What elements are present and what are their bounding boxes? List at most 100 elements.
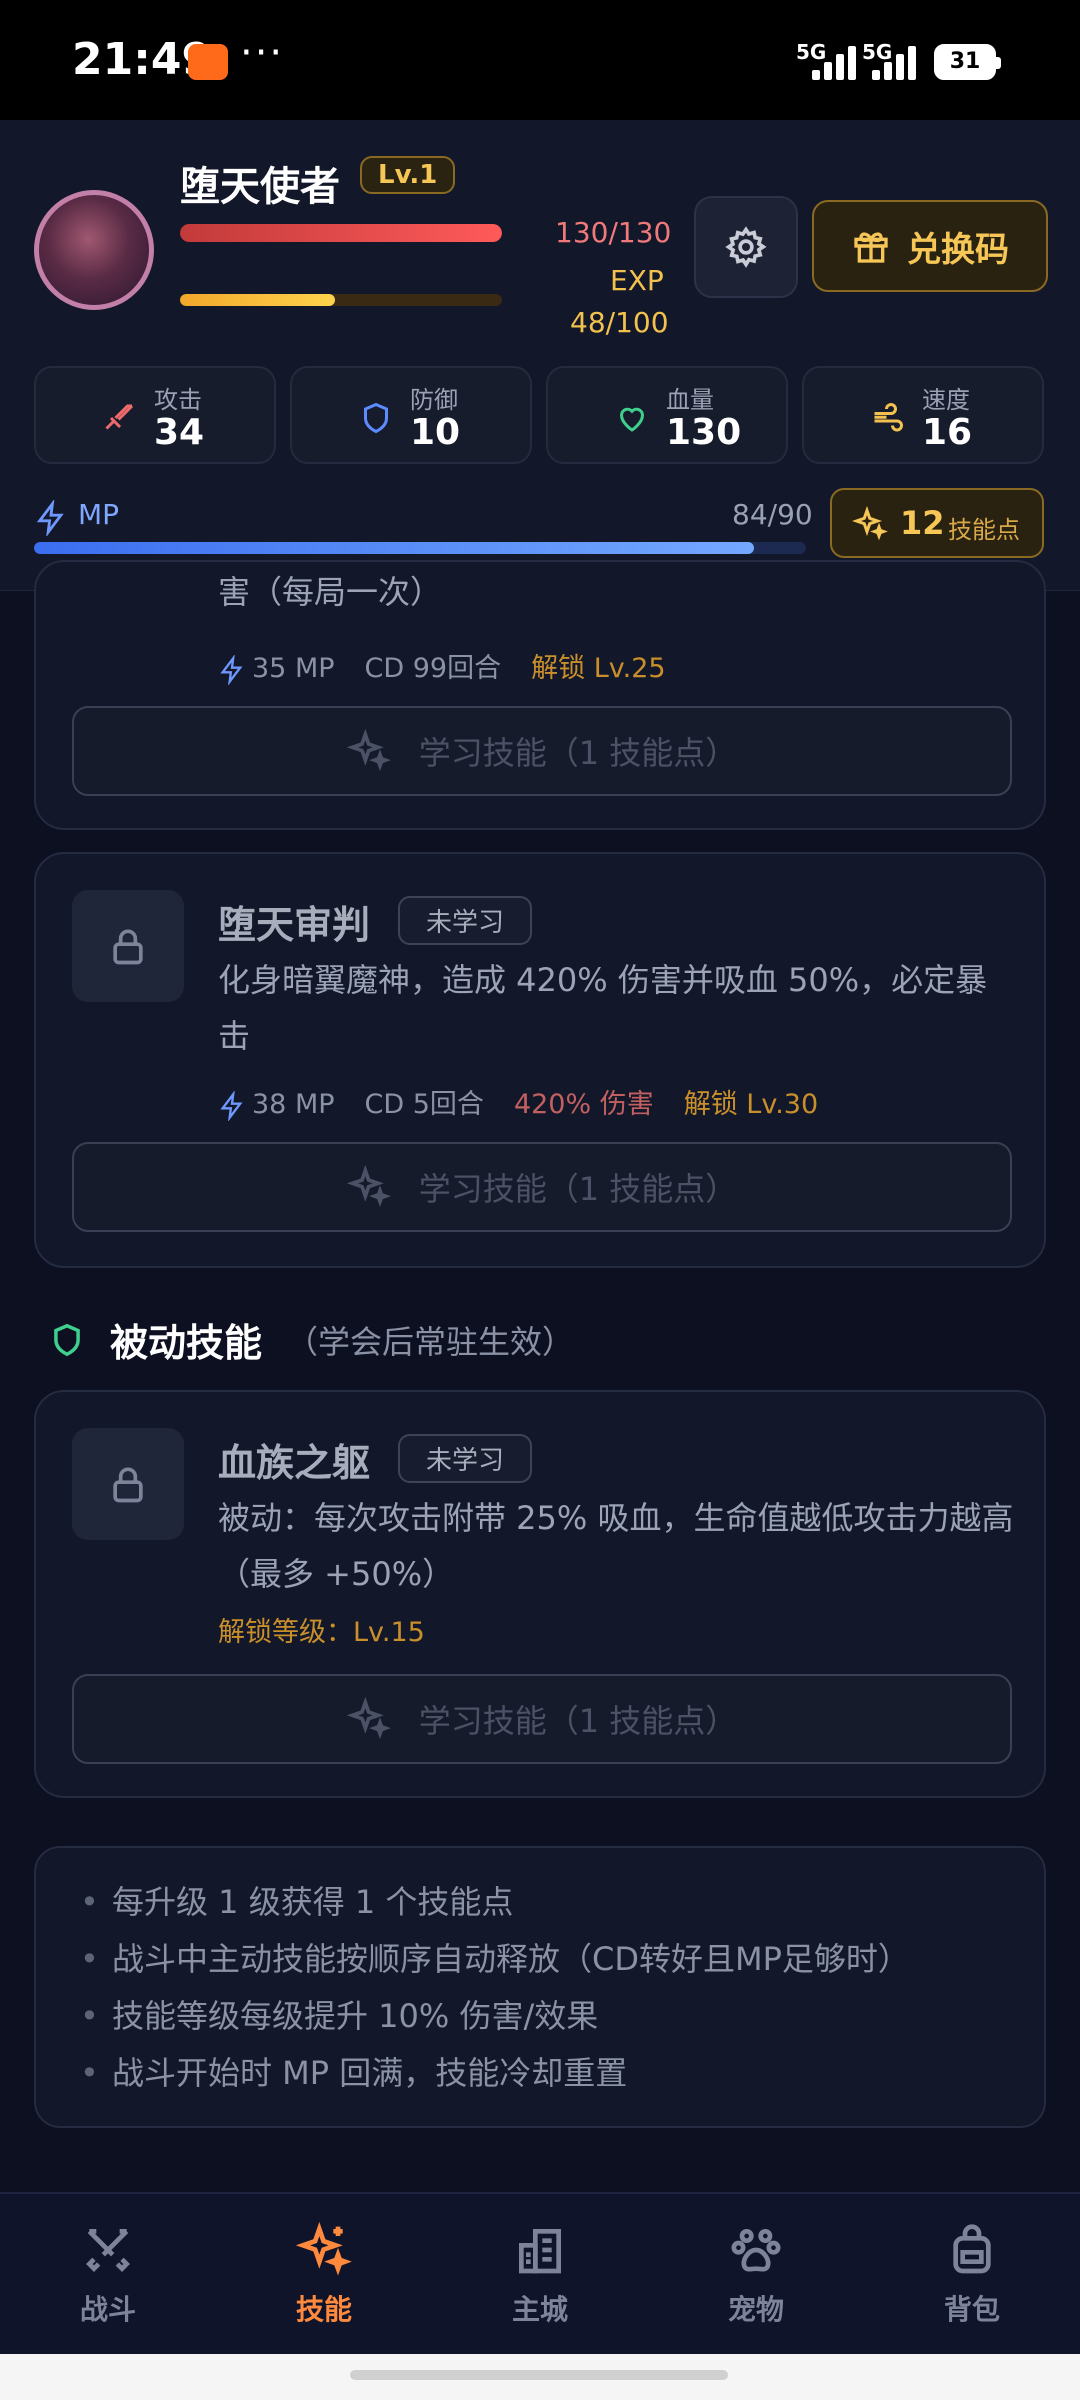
tips-panel: 每升级 1 级获得 1 个技能点 战斗中主动技能按顺序自动释放（CD转好且MP足… [34, 1846, 1046, 2128]
skill-card: 害（每局一次） 35 MP CD 99回合 解锁 Lv.25 学习技能（1 技能点） [34, 560, 1046, 830]
nav-item-battle[interactable]: 战斗 [38, 2222, 178, 2328]
skill-icon-locked [72, 1428, 184, 1540]
skill-mp-cost: 35 MP [252, 653, 335, 684]
skill-meta: 35 MP CD 99回合 解锁 Lv.25 [218, 646, 666, 685]
lock-icon [113, 929, 143, 965]
shield-icon [364, 402, 388, 434]
mp-bar-fill [34, 542, 755, 554]
skill-cooldown: CD 5回合 [364, 1089, 484, 1120]
battery-icon: 31 [934, 44, 1001, 80]
skill-meta: 38 MP CD 5回合 420% 伤害 解锁 Lv.30 [218, 1082, 818, 1121]
skill-mp-cost: 38 MP [252, 1089, 335, 1120]
tip-item: 技能等级每级提升 10% 伤害/效果 [80, 1988, 1044, 2045]
mp-bar [34, 542, 806, 554]
nav-item-pets[interactable]: 宠物 [686, 2222, 826, 2328]
stat-hp-value: 130 [666, 412, 742, 453]
mp-value: 84/90 [732, 498, 813, 531]
learn-skill-label: 学习技能（1 技能点） [418, 734, 738, 772]
nav-label-city: 主城 [511, 2293, 568, 2326]
sword-icon [105, 404, 134, 430]
tip-item: 每升级 1 级获得 1 个技能点 [80, 1874, 1044, 1931]
backpack-icon [953, 2224, 991, 2274]
skill-status-badge: 未学习 [398, 896, 533, 945]
passive-skill-card: 血族之躯 未学习 被动：每次攻击附带 25% 吸血，生命值越低攻击力越高（最多 … [34, 1390, 1046, 1798]
skill-description: 化身暗翼魔神，造成 420% 伤害并吸血 50%，必定暴击 [218, 961, 988, 1055]
skill-unlock-level: 解锁 Lv.25 [531, 653, 666, 684]
learn-skill-button[interactable]: 学习技能（1 技能点） [72, 706, 1012, 796]
skill-icon-locked [72, 890, 184, 1002]
mp-label: MP [78, 498, 120, 531]
stat-defense-label: 防御 [410, 386, 458, 414]
settings-button[interactable] [694, 196, 798, 298]
passive-section-subtitle: （学会后常驻生效） [286, 1322, 575, 1361]
redeem-code-label: 兑换码 [907, 229, 1009, 270]
tip-item: 战斗开始时 MP 回满，技能冷却重置 [80, 2045, 1044, 2102]
skill-unlock-level: 解锁等级：Lv.15 [218, 1617, 425, 1648]
lightning-icon [36, 500, 64, 536]
battle-swords-icon [86, 2229, 130, 2272]
skill-cooldown: CD 99回合 [364, 653, 502, 684]
skill-description: 被动：每次攻击附带 25% 吸血，生命值越低攻击力越高（最多 +50%） [218, 1499, 1014, 1593]
nav-label-battle: 战斗 [79, 2293, 136, 2326]
hp-bar-fill [180, 224, 502, 242]
learn-skill-label: 学习技能（1 技能点） [418, 1702, 738, 1740]
lock-icon [113, 1467, 143, 1503]
app-notification-icon [188, 44, 228, 80]
gear-icon [725, 226, 767, 268]
tip-item: 战斗中主动技能按顺序自动释放（CD转好且MP足够时） [80, 1931, 1044, 1988]
signal-1-icon [812, 44, 864, 80]
skill-points-label: 技能点 [948, 516, 1020, 544]
stat-defense: 防御 10 [290, 366, 532, 464]
skill-name: 血族之躯 [218, 1441, 371, 1485]
skill-unlock-level: 解锁 Lv.30 [683, 1089, 819, 1120]
exp-bar-fill [180, 294, 335, 306]
sparkles-icon [346, 729, 391, 772]
nav-item-skills[interactable]: 技能 [254, 2221, 394, 2328]
redeem-code-button[interactable]: 兑换码 [812, 200, 1048, 292]
stat-speed-label: 速度 [922, 386, 970, 414]
skill-description: 害（每局一次） [218, 573, 443, 611]
nav-item-backpack[interactable]: 背包 [902, 2222, 1042, 2328]
sparkles-icon [346, 1165, 391, 1208]
sparkles-icon [295, 2221, 352, 2276]
passive-section-title: 被动技能 [110, 1321, 263, 1365]
skill-name: 堕天审判 [218, 903, 371, 947]
shield-icon [54, 1323, 80, 1356]
signal-2-icon [872, 44, 924, 80]
bottom-nav: 战斗 技能 主城 宠物 背包 [0, 2192, 1080, 2356]
skill-damage: 420% 伤害 [513, 1089, 654, 1120]
learn-skill-label: 学习技能（1 技能点） [418, 1170, 738, 1208]
gift-icon [854, 232, 888, 263]
stat-speed-value: 16 [922, 412, 973, 453]
heart-icon [619, 407, 645, 432]
stat-hp: 血量 130 [546, 366, 788, 464]
stat-defense-value: 10 [410, 412, 461, 453]
home-indicator[interactable] [350, 2370, 728, 2380]
nav-label-backpack: 背包 [943, 2293, 1000, 2326]
avatar[interactable] [34, 190, 154, 310]
sparkles-icon [346, 1697, 391, 1740]
level-badge: Lv.1 [360, 156, 456, 194]
hp-text: 130/130 [555, 216, 672, 249]
learn-skill-button[interactable]: 学习技能（1 技能点） [72, 1674, 1012, 1764]
nav-item-city[interactable]: 主城 [470, 2222, 610, 2328]
city-icon [519, 2229, 561, 2274]
skill-card: 堕天审判 未学习 化身暗翼魔神，造成 420% 伤害并吸血 50%，必定暴击 3… [34, 852, 1046, 1268]
skill-points-button[interactable]: 12 技能点 [830, 488, 1044, 558]
stat-attack-label: 攻击 [154, 386, 202, 414]
player-name: 堕天使者 [180, 164, 340, 210]
exp-bar [180, 294, 502, 306]
skill-status-badge: 未学习 [398, 1434, 533, 1483]
stat-speed: 速度 16 [802, 366, 1044, 464]
lightning-icon [220, 1090, 243, 1121]
learn-skill-button[interactable]: 学习技能（1 技能点） [72, 1142, 1012, 1232]
exp-text: 48/100 [570, 306, 669, 339]
lightning-icon [220, 654, 243, 685]
stat-hp-label: 血量 [666, 386, 714, 414]
paw-icon [731, 2229, 781, 2272]
player-header: 堕天使者 Lv.1 130/130 EXP 48/100 兑换码 攻击 34 防… [0, 120, 1080, 591]
stat-attack-value: 34 [154, 412, 205, 453]
nav-label-pets: 宠物 [727, 2293, 784, 2326]
exp-label: EXP [610, 264, 664, 297]
skill-points-count: 12 [900, 504, 945, 542]
